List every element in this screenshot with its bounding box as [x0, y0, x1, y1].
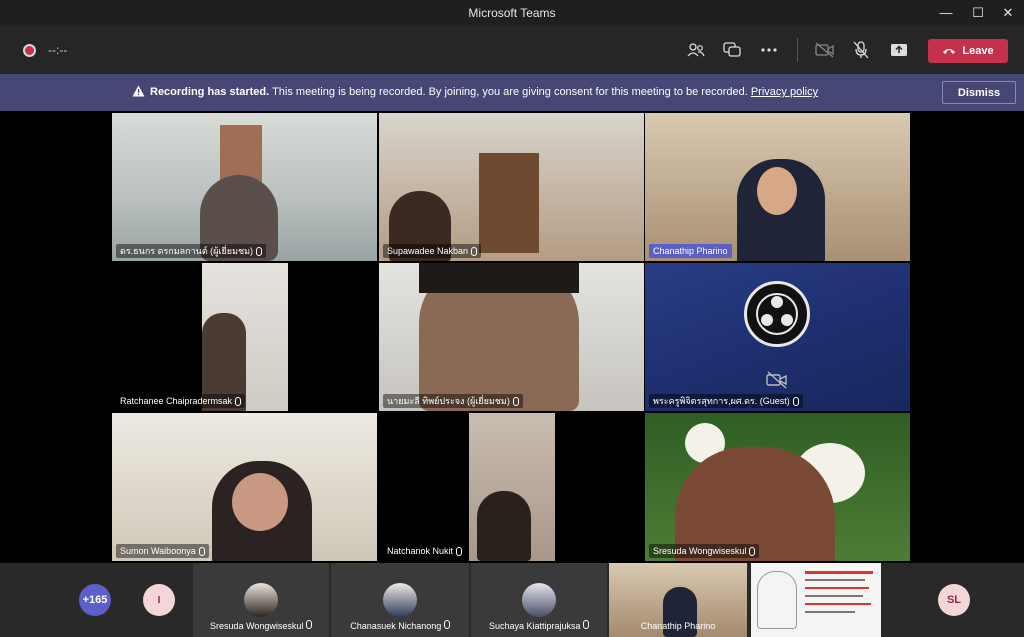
meeting-toolbar: --:-- Leave [0, 26, 1024, 74]
participant-name-label: Sresuda Wongwiseskul [193, 620, 329, 631]
chat-button[interactable] [719, 37, 745, 63]
mic-off-icon [853, 41, 869, 59]
participant-name-label: Chanathip Pharino [649, 244, 732, 258]
participant-name-label: Sumon Waiboonya [116, 544, 209, 558]
mic-icon [456, 546, 463, 556]
mic-icon [443, 620, 450, 629]
maximize-button[interactable]: ☐ [968, 3, 988, 23]
phone-hangup-icon [943, 49, 956, 54]
obs-logo-icon [744, 281, 810, 347]
participant-face [232, 473, 288, 531]
privacy-policy-link[interactable]: Privacy policy [751, 86, 818, 98]
obs-logo-icon [756, 293, 798, 335]
avatar [383, 583, 417, 617]
shared-content-thumbnail[interactable] [751, 563, 881, 637]
participant-video-tile[interactable]: Chanathip Pharino [645, 113, 910, 261]
video-grid: ดร.ธนกร ดรกมลกานต์ (ผู้เยี่ยมชม) Supawad… [112, 113, 911, 563]
overflow-participants-button[interactable]: +165 [79, 584, 111, 616]
share-screen-button[interactable] [886, 37, 912, 63]
window-title: Microsoft Teams [468, 6, 556, 20]
participants-button[interactable] [683, 37, 709, 63]
bookshelf [479, 153, 539, 253]
mic-icon [749, 546, 756, 556]
banner-title: Recording has started. [150, 86, 270, 98]
slide-text-line [805, 603, 871, 605]
participant-hair [419, 263, 579, 293]
participant-name-label: พระครูพิจิตรสุทการ,ผศ.ดร. (Guest) [649, 394, 803, 408]
participant-video-tile[interactable]: พระครูพิจิตรสุทการ,ผศ.ดร. (Guest) [645, 263, 910, 411]
title-bar: Microsoft Teams — ☐ ✕ [0, 0, 1024, 26]
participant-thumbnail[interactable]: Chanasuek Nichanong [331, 563, 469, 637]
dismiss-button[interactable]: Dismiss [942, 81, 1016, 104]
slide-text-line [805, 595, 863, 597]
participant-silhouette [477, 491, 531, 561]
avatar[interactable]: SL [938, 584, 970, 616]
participant-video-tile[interactable]: นายมะลี ทิพย์ประจง (ผู้เยี่ยมชม) [379, 263, 644, 411]
participant-name-label: ดร.ธนกร ดรกมลกานต์ (ผู้เยี่ยมชม) [116, 244, 267, 258]
participant-name-label: Natchanok Nukit [383, 544, 467, 558]
toolbar-divider [797, 38, 798, 62]
avatar[interactable]: I [143, 584, 175, 616]
camera-off-icon [815, 42, 834, 58]
slide-text-line [805, 611, 855, 613]
mic-icon [583, 620, 590, 629]
meeting-timer: --:-- [48, 43, 68, 57]
mic-icon [792, 396, 799, 406]
mic-icon [305, 620, 312, 629]
mic-icon [198, 546, 205, 556]
mic-toggle-button[interactable] [848, 37, 874, 63]
mic-icon [235, 396, 242, 406]
participant-video-tile[interactable]: Supawadee Nakban [379, 113, 644, 261]
banner-message: This meeting is being recorded. By joini… [272, 86, 748, 98]
recording-indicator-icon [23, 44, 36, 57]
mic-icon [471, 246, 478, 256]
participant-video-tile[interactable]: Ratchanee Chaipradermsak [112, 263, 377, 411]
minimize-button[interactable]: — [936, 3, 956, 23]
participant-thumbnail[interactable]: Sresuda Wongwiseskul [193, 563, 329, 637]
slide-head-diagram [757, 571, 797, 629]
participant-thumbnail[interactable]: Chanathip Pharino [609, 563, 747, 637]
camera-toggle-button[interactable] [812, 37, 838, 63]
participant-name-label: นายมะลี ทิพย์ประจง (ผู้เยี่ยมชม) [383, 394, 523, 408]
avatar [522, 583, 556, 617]
participant-name-label: Supawadee Nakban [383, 244, 482, 258]
share-icon [891, 44, 907, 56]
close-button[interactable]: ✕ [998, 3, 1018, 23]
slide-text-line [805, 571, 873, 574]
avatar [244, 583, 278, 617]
participant-video-tile[interactable]: Sumon Waiboonya [112, 413, 377, 561]
participant-name-label: Ratchanee Chaipradermsak [116, 394, 246, 408]
participant-name-label: Suchaya Kiattiprajuksa [471, 620, 607, 631]
more-actions-button[interactable] [756, 37, 782, 63]
mic-icon [256, 246, 263, 256]
mic-icon [512, 396, 519, 406]
more-icon [761, 48, 777, 52]
slide-text-line [805, 587, 869, 589]
chat-icon [723, 42, 741, 57]
participant-face [757, 167, 797, 215]
participant-name-label: Chanathip Pharino [640, 621, 716, 631]
participant-video-tile[interactable]: Sresuda Wongwiseskul [645, 413, 910, 561]
leave-button[interactable]: Leave [928, 39, 1008, 63]
camera-off-icon [766, 371, 787, 389]
banner-text: Recording has started. This meeting is b… [132, 86, 818, 98]
participant-thumbnail[interactable]: Suchaya Kiattiprajuksa [471, 563, 607, 637]
slide-text-line [805, 579, 865, 581]
leave-label: Leave [962, 45, 994, 57]
participant-strip: +165 I Sresuda Wongwiseskul Chanasuek Ni… [0, 563, 1024, 637]
people-icon [687, 43, 705, 57]
participant-name-label: Chanasuek Nichanong [331, 620, 469, 631]
participant-video-tile[interactable]: Natchanok Nukit [379, 413, 644, 561]
participant-name-label: Sresuda Wongwiseskul [649, 544, 760, 558]
recording-banner: Recording has started. This meeting is b… [0, 74, 1024, 111]
participant-video-tile[interactable]: ดร.ธนกร ดรกมลกานต์ (ผู้เยี่ยมชม) [112, 113, 377, 261]
